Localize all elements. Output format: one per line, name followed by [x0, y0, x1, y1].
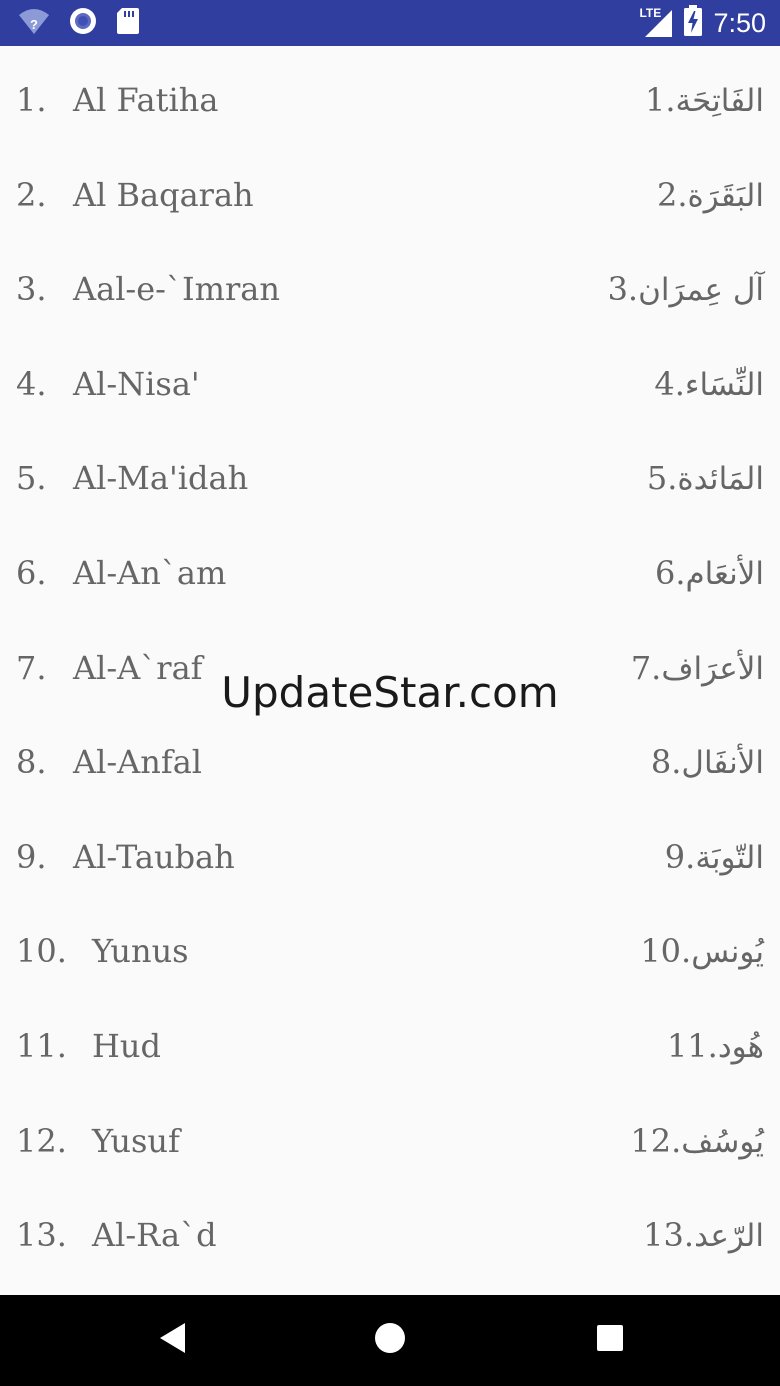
surah-number: 5. — [16, 459, 47, 498]
surah-row[interactable]: 4. Al-Nisa' النِّسَاء.4 — [0, 330, 780, 425]
surah-row[interactable]: 8. Al-Anfal الأنفَال.8 — [0, 708, 780, 803]
surah-arabic: آل عِمرَان.3 — [594, 235, 764, 343]
surah-arabic-name: الرّعد — [694, 1218, 764, 1255]
surah-arabic: التّوبَة.9 — [651, 803, 764, 911]
circle-app-icon — [68, 6, 98, 41]
surah-arabic-number: .4 — [654, 364, 685, 403]
battery-charging-icon — [683, 4, 703, 42]
surah-arabic: النِّسَاء.4 — [640, 330, 764, 438]
surah-name: Al Baqarah — [73, 175, 254, 214]
status-bar: ? LTE 7:50 — [0, 0, 780, 46]
wifi-question-icon: ? — [18, 7, 50, 40]
surah-arabic-number: .12 — [630, 1121, 682, 1160]
surah-number: 11. — [16, 1026, 67, 1065]
status-time: 7:50 — [713, 7, 766, 38]
surah-number: 7. — [16, 648, 47, 687]
surah-arabic-name: البَقَرَة — [687, 177, 764, 214]
surah-name: Al-Ra`d — [92, 1216, 217, 1255]
surah-arabic-number: .7 — [630, 648, 662, 687]
surah-arabic-name: المَائدة — [677, 461, 764, 498]
surah-arabic: البَقَرَة.2 — [643, 141, 764, 249]
surah-arabic-name: الأعرَاف — [661, 650, 764, 687]
screen: ? LTE 7:50 1. Al Fatiha الفَاتِحَة.1 2. … — [0, 0, 780, 1386]
surah-arabic: الأنعَام.6 — [641, 519, 764, 627]
surah-arabic-name: يُونس — [691, 934, 764, 971]
svg-text:?: ? — [30, 17, 38, 32]
surah-arabic: الأعرَاف.7 — [617, 614, 764, 722]
surah-number: 3. — [16, 270, 47, 309]
status-left-icons: ? — [18, 7, 140, 39]
surah-name: Al Fatiha — [73, 81, 219, 119]
surah-number: 10. — [16, 932, 67, 971]
surah-number: 1. — [16, 81, 47, 119]
surah-arabic: يُوسُف.12 — [616, 1087, 764, 1195]
recents-icon — [594, 1322, 626, 1358]
surah-name: Al-Anfal — [73, 743, 203, 782]
back-button[interactable] — [152, 1320, 192, 1360]
home-icon — [373, 1321, 407, 1359]
sd-card-icon — [116, 7, 140, 40]
surah-arabic: الفَاتِحَة.1 — [631, 46, 764, 154]
surah-arabic-name: الأنفَال — [681, 745, 764, 782]
surah-arabic: يُونس.10 — [626, 897, 764, 1005]
recents-button[interactable] — [590, 1320, 630, 1360]
surah-arabic-name: النِّسَاء — [684, 366, 764, 403]
status-right-icons: LTE 7:50 — [639, 4, 766, 42]
surah-name: Al-Taubah — [73, 837, 235, 876]
surah-number: 12. — [16, 1121, 67, 1160]
surah-number: 13. — [16, 1216, 67, 1255]
surah-arabic-name: آل عِمرَان — [638, 272, 764, 309]
surah-row[interactable]: 2. Al Baqarah البَقَرَة.2 — [0, 141, 780, 236]
home-button[interactable] — [370, 1320, 410, 1360]
surah-arabic-number: .6 — [654, 553, 686, 592]
surah-arabic-number: .13 — [643, 1216, 695, 1255]
surah-arabic: هُود.11 — [653, 992, 764, 1100]
surah-number: 8. — [16, 743, 47, 782]
surah-row[interactable]: 13. Al-Ra`d الرّعد.13 — [0, 1181, 780, 1276]
surah-arabic-number: .8 — [650, 743, 682, 782]
back-icon — [156, 1321, 188, 1359]
surah-arabic-name: يُوسُف — [681, 1123, 764, 1160]
surah-number: 2. — [16, 175, 47, 214]
surah-name: Aal-e-`Imran — [73, 270, 280, 309]
surah-arabic-number: .9 — [664, 837, 696, 876]
surah-name: Al-A`raf — [73, 648, 203, 687]
surah-row[interactable]: 9. Al-Taubah التّوبَة.9 — [0, 803, 780, 898]
surah-row[interactable]: 6. Al-An`am الأنعَام.6 — [0, 519, 780, 614]
surah-arabic-number: .3 — [607, 270, 639, 309]
surah-number: 6. — [16, 553, 47, 592]
surah-row[interactable]: 12. Yusuf يُوسُف.12 — [0, 1087, 780, 1182]
surah-arabic-number: .11 — [666, 1026, 718, 1065]
surah-arabic-name: الأنعَام — [685, 555, 764, 592]
surah-name: Al-An`am — [73, 553, 227, 592]
surah-name: Yusuf — [92, 1121, 180, 1160]
surah-arabic-name: الفَاتِحَة — [675, 83, 764, 119]
lte-signal-icon: LTE — [639, 6, 673, 38]
surah-arabic: المَائدة.5 — [633, 424, 764, 532]
surah-name: Al-Nisa' — [73, 364, 200, 403]
surah-arabic: الأنفَال.8 — [637, 708, 764, 816]
surah-row[interactable]: 11. Hud هُود.11 — [0, 992, 780, 1087]
navigation-bar — [0, 1295, 780, 1386]
surah-arabic-number: .5 — [646, 459, 678, 498]
surah-row[interactable]: 1. Al Fatiha الفَاتِحَة.1 — [0, 46, 780, 141]
surah-arabic-number: .10 — [640, 932, 692, 971]
surah-name: Hud — [92, 1026, 161, 1065]
surah-name: Yunus — [92, 932, 189, 971]
surah-row[interactable]: 5. Al-Ma'idah المَائدة.5 — [0, 424, 780, 519]
surah-number: 4. — [16, 364, 47, 403]
surah-arabic-name: هُود — [717, 1028, 764, 1065]
surah-row[interactable]: 7. Al-A`raf الأعرَاف.7 — [0, 614, 780, 709]
surah-arabic-name: التّوبَة — [695, 839, 764, 876]
surah-number: 9. — [16, 837, 47, 876]
surah-arabic: الرّعد.13 — [629, 1181, 764, 1289]
surah-list: 1. Al Fatiha الفَاتِحَة.1 2. Al Baqarah … — [0, 46, 780, 1295]
surah-row[interactable]: 10. Yunus يُونس.10 — [0, 897, 780, 992]
surah-arabic-number: .1 — [645, 81, 676, 119]
surah-row[interactable]: 3. Aal-e-`Imran آل عِمرَان.3 — [0, 235, 780, 330]
surah-arabic-number: .2 — [657, 175, 688, 214]
surah-name: Al-Ma'idah — [73, 459, 249, 498]
